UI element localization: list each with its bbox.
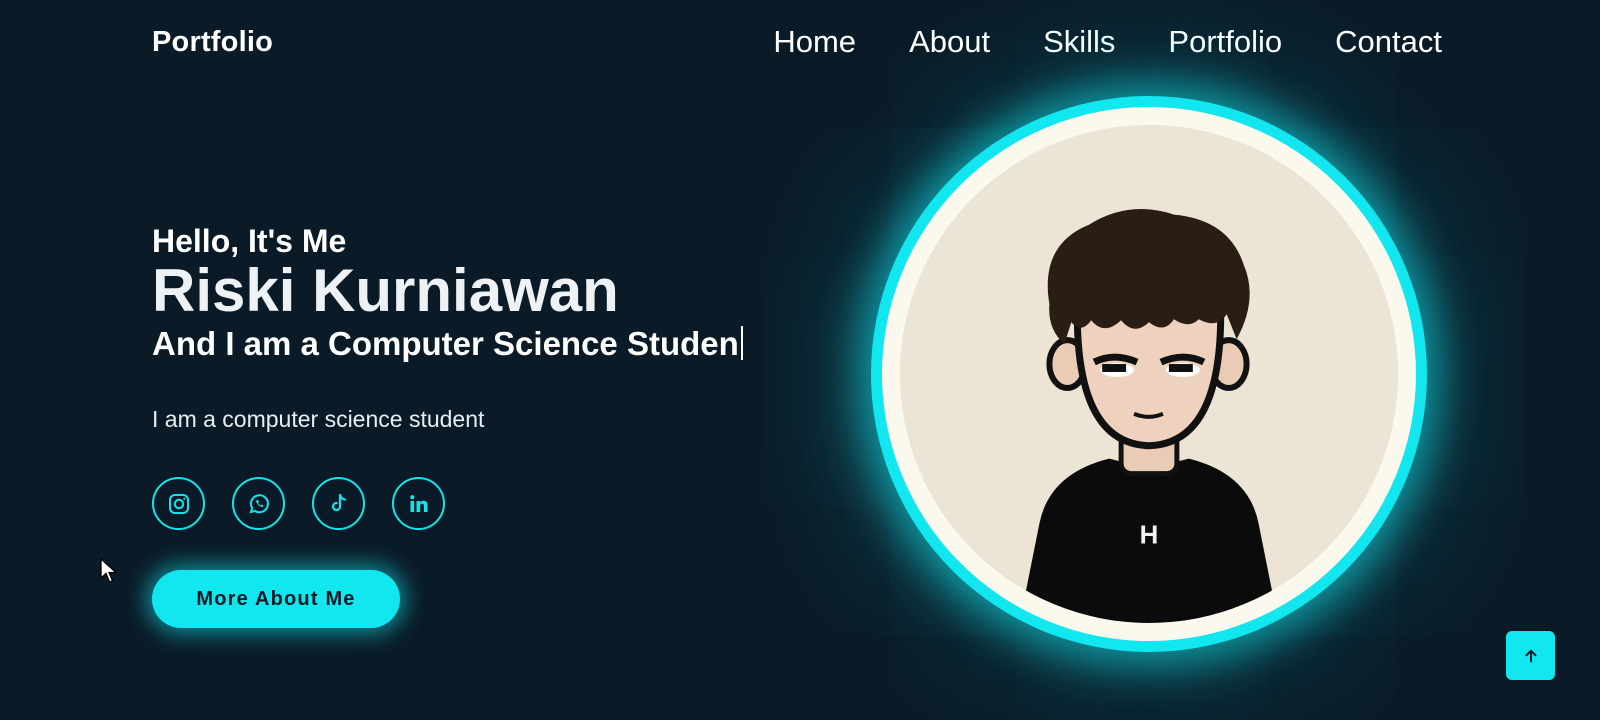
nav-link-contact[interactable]: Contact xyxy=(1335,24,1442,60)
nav-link-about[interactable]: About xyxy=(909,24,990,60)
nav-link-home[interactable]: Home xyxy=(773,24,856,60)
nav-links: Home About Skills Portfolio Contact xyxy=(720,24,1442,60)
whatsapp-icon xyxy=(249,493,269,513)
hero-greeting: Hello, It's Me xyxy=(152,223,347,259)
linkedin-icon xyxy=(409,494,427,512)
whatsapp-link[interactable] xyxy=(232,477,285,530)
instagram-link[interactable] xyxy=(152,477,205,530)
tiktok-link[interactable] xyxy=(312,477,365,530)
tiktok-icon xyxy=(331,493,346,511)
page: Portfolio Home About Skills Portfolio Co… xyxy=(0,0,1600,720)
profile-picture-border: H xyxy=(882,107,1416,641)
hero-role-line: And I am a Computer Science Studen xyxy=(152,324,852,364)
navbar: Portfolio Home About Skills Portfolio Co… xyxy=(0,0,1600,84)
site-logo[interactable]: Portfolio xyxy=(152,26,273,59)
hero-section: Hello, It's Me Riski Kurniawan And I am … xyxy=(152,222,852,628)
linkedin-link[interactable] xyxy=(392,477,445,530)
typing-caret xyxy=(740,326,743,360)
avatar-illustration: H xyxy=(900,125,1398,623)
instagram-icon xyxy=(168,493,189,514)
profile-picture-frame: H xyxy=(871,96,1427,652)
back-to-top-button[interactable] xyxy=(1506,631,1555,680)
social-links xyxy=(152,477,852,530)
hero-description: I am a computer science student xyxy=(152,406,485,432)
nav-link-skills[interactable]: Skills xyxy=(1043,24,1115,60)
hero-role-text: And I am a Computer Science Studen xyxy=(152,325,739,362)
shirt-logo: H xyxy=(1140,521,1159,549)
arrow-up-icon xyxy=(1525,649,1536,662)
hero-name: Riski Kurniawan xyxy=(152,257,619,324)
nav-link-portfolio[interactable]: Portfolio xyxy=(1168,24,1282,60)
more-about-me-button[interactable]: More About Me xyxy=(152,570,400,628)
profile-picture: H xyxy=(900,125,1398,623)
mouse-pointer-icon xyxy=(100,558,118,583)
